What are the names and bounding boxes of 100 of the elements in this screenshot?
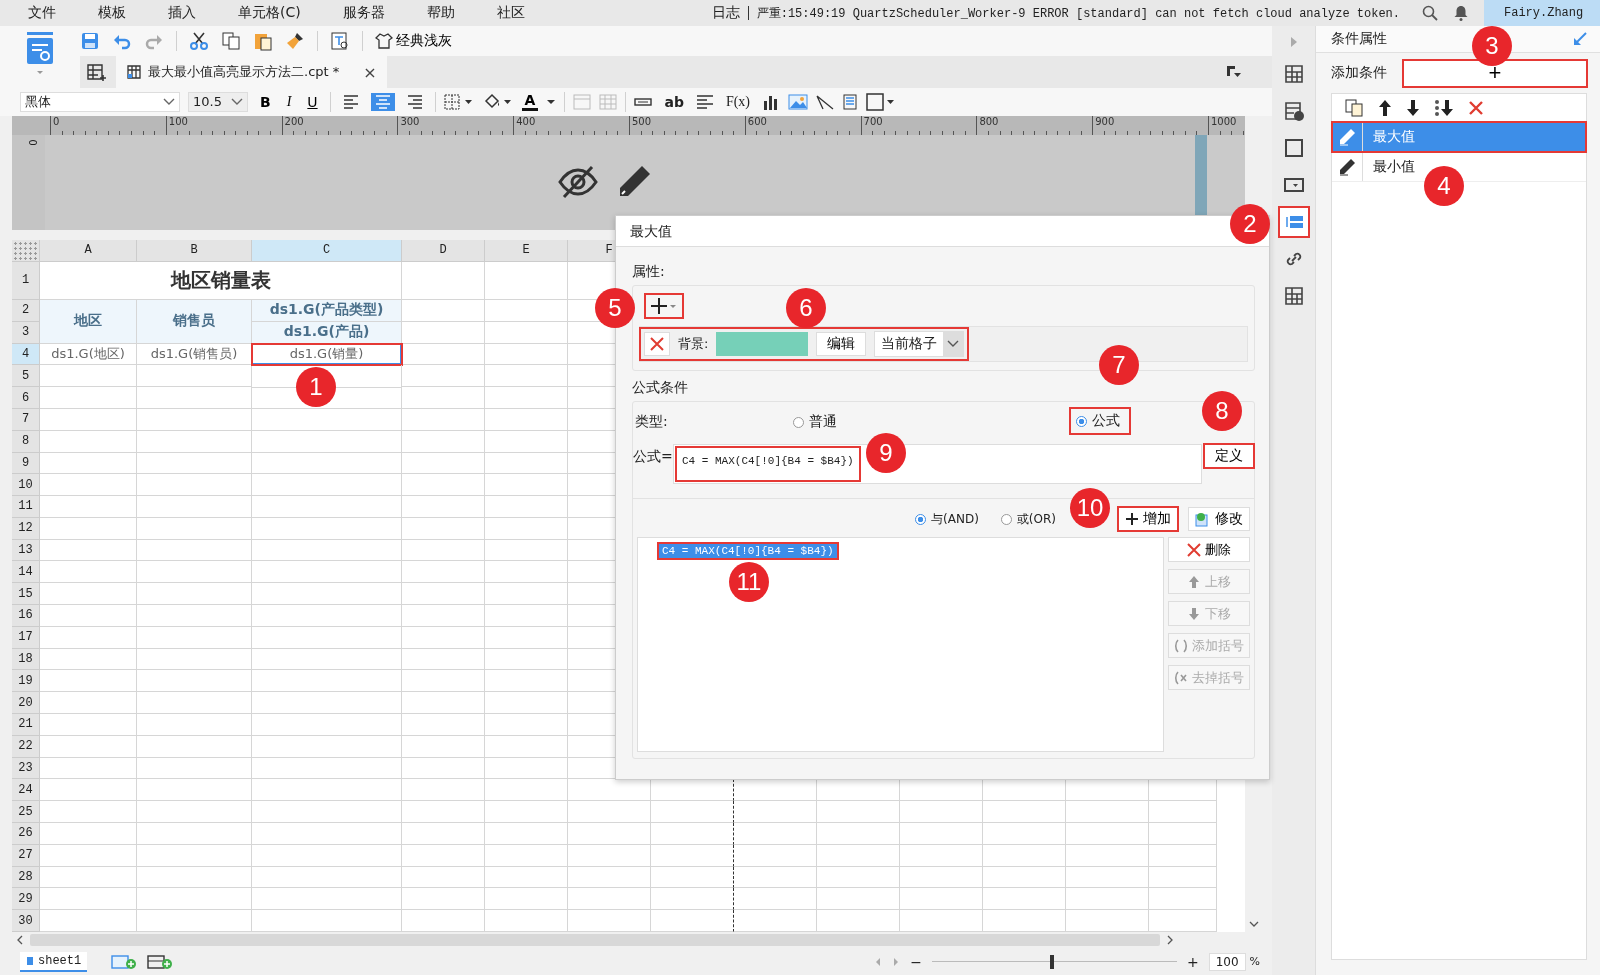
- dock-arrow-icon[interactable]: [1573, 32, 1587, 46]
- table-cell[interactable]: [651, 801, 734, 824]
- row-header[interactable]: 2: [12, 299, 40, 322]
- form-icon[interactable]: [842, 94, 859, 110]
- menu-item[interactable]: 文件: [28, 4, 56, 22]
- row-header[interactable]: 21: [12, 714, 40, 736]
- action-button[interactable]: 删除: [1168, 537, 1250, 562]
- side-panel-button[interactable]: [1278, 207, 1309, 237]
- copy-icon[interactable]: [221, 31, 241, 51]
- user-name[interactable]: Fairy.Zhang: [1484, 0, 1600, 26]
- modify-button[interactable]: 修改: [1188, 507, 1250, 531]
- column-header[interactable]: A: [40, 239, 137, 262]
- slash-line-icon[interactable]: [816, 94, 835, 110]
- table-cell[interactable]: 地区: [40, 299, 137, 344]
- column-header[interactable]: E: [485, 239, 568, 262]
- font-color-button[interactable]: A: [521, 92, 539, 112]
- table-cell[interactable]: ds1.G(产品): [252, 321, 402, 344]
- row-header[interactable]: 15: [12, 583, 40, 606]
- theme-button[interactable]: 经典浅灰: [375, 32, 452, 50]
- split-cells-icon[interactable]: [599, 94, 618, 110]
- table-cell[interactable]: [651, 866, 734, 889]
- radio-option[interactable]: 与(AND): [915, 506, 979, 532]
- row-header[interactable]: 25: [12, 801, 40, 824]
- radio-option[interactable]: 公式: [1070, 408, 1130, 434]
- scissors-icon[interactable]: [189, 31, 209, 51]
- merge-cells-icon[interactable]: [573, 94, 592, 110]
- column-header[interactable]: D: [402, 239, 485, 262]
- file-tab[interactable]: 最大最小值高亮显示方法二.cpt * ×: [116, 56, 387, 88]
- define-button[interactable]: 定义: [1204, 444, 1254, 468]
- table-cell[interactable]: [651, 844, 734, 867]
- row-header[interactable]: 14: [12, 561, 40, 584]
- row-header[interactable]: 28: [12, 866, 40, 889]
- row-header[interactable]: 9: [12, 452, 40, 475]
- previous-sheet-icon[interactable]: [874, 956, 883, 967]
- select-all-icon[interactable]: [12, 239, 40, 262]
- up-arrow-icon[interactable]: [1378, 99, 1392, 117]
- underline-button[interactable]: U: [303, 92, 322, 112]
- row-header[interactable]: 20: [12, 692, 40, 715]
- row-header[interactable]: 26: [12, 823, 40, 845]
- table-cell[interactable]: 1: [252, 365, 402, 409]
- menu-item[interactable]: 社区: [496, 4, 525, 22]
- row-header[interactable]: 8: [12, 430, 40, 453]
- add-attribute-button[interactable]: [645, 294, 683, 318]
- color-swatch[interactable]: [716, 332, 809, 356]
- bell-icon[interactable]: [1454, 5, 1468, 21]
- font-select[interactable]: 黑体: [20, 92, 180, 112]
- copy-icon[interactable]: [1344, 98, 1364, 118]
- zoom-out-button[interactable]: −: [910, 953, 922, 970]
- add-report-icon[interactable]: [86, 62, 108, 82]
- save-icon[interactable]: [80, 31, 100, 51]
- menu-item[interactable]: 单元格(C): [238, 4, 301, 22]
- add-button[interactable]: 增加: [1118, 507, 1178, 531]
- menu-item[interactable]: 服务器: [342, 4, 385, 22]
- radio-option[interactable]: 普通: [793, 409, 837, 435]
- row-header[interactable]: 12: [12, 517, 40, 540]
- paste-icon[interactable]: [253, 31, 273, 51]
- add-condition-button[interactable]: +: [1403, 59, 1587, 87]
- table-cell[interactable]: [651, 888, 734, 911]
- move-bottom-icon[interactable]: [1434, 99, 1454, 117]
- collapse-arrow-icon[interactable]: [1289, 36, 1298, 48]
- wrap-text-button[interactable]: ab: [660, 92, 688, 112]
- tab-menu-icon[interactable]: [1226, 65, 1242, 79]
- row-header[interactable]: 30: [12, 910, 40, 933]
- zoom-field[interactable]: 100: [1208, 952, 1246, 971]
- delete-icon[interactable]: [1468, 100, 1484, 116]
- row-header[interactable]: 6: [12, 387, 40, 409]
- radio-option[interactable]: 或(OR): [1000, 506, 1056, 532]
- remove-button[interactable]: [644, 332, 670, 356]
- eye-slash-icon[interactable]: [558, 165, 598, 200]
- row-header[interactable]: 10: [12, 474, 40, 497]
- zoom-in-button[interactable]: +: [1186, 953, 1199, 970]
- scroll-left-icon[interactable]: [16, 935, 24, 945]
- row-header[interactable]: 1: [12, 261, 40, 300]
- add-sheet-icon[interactable]: [111, 953, 138, 970]
- close-button[interactable]: ×: [363, 62, 377, 82]
- caret-icon[interactable]: [546, 98, 557, 106]
- log-label[interactable]: 日志: [711, 4, 740, 22]
- row-header[interactable]: 29: [12, 888, 40, 911]
- row-header[interactable]: 13: [12, 539, 40, 562]
- table-cell[interactable]: ds1.G(销售员): [137, 343, 252, 366]
- down-arrow-icon[interactable]: [1406, 99, 1420, 117]
- menu-item[interactable]: 模板: [98, 4, 126, 22]
- row-header[interactable]: 23: [12, 757, 40, 780]
- menu-item[interactable]: 插入: [168, 4, 196, 22]
- text-lines-icon[interactable]: [695, 94, 714, 110]
- border-icon[interactable]: [443, 94, 474, 110]
- font-size-select[interactable]: 10.5: [188, 92, 248, 112]
- edit-button[interactable]: 编辑: [816, 332, 867, 356]
- row-header[interactable]: 24: [12, 779, 40, 802]
- slider-thumb[interactable]: [1049, 954, 1054, 969]
- preview-icon[interactable]: [330, 31, 350, 51]
- row-header[interactable]: 16: [12, 605, 40, 627]
- row-header[interactable]: 22: [12, 735, 40, 758]
- row-header[interactable]: 3: [12, 321, 40, 344]
- frame-dropdown-icon[interactable]: [866, 93, 897, 111]
- row-header[interactable]: 11: [12, 496, 40, 518]
- row-header[interactable]: 5: [12, 365, 40, 388]
- column-header[interactable]: C: [252, 239, 402, 262]
- scroll-down-icon[interactable]: [1248, 920, 1259, 929]
- formula-button[interactable]: F(x): [721, 92, 755, 112]
